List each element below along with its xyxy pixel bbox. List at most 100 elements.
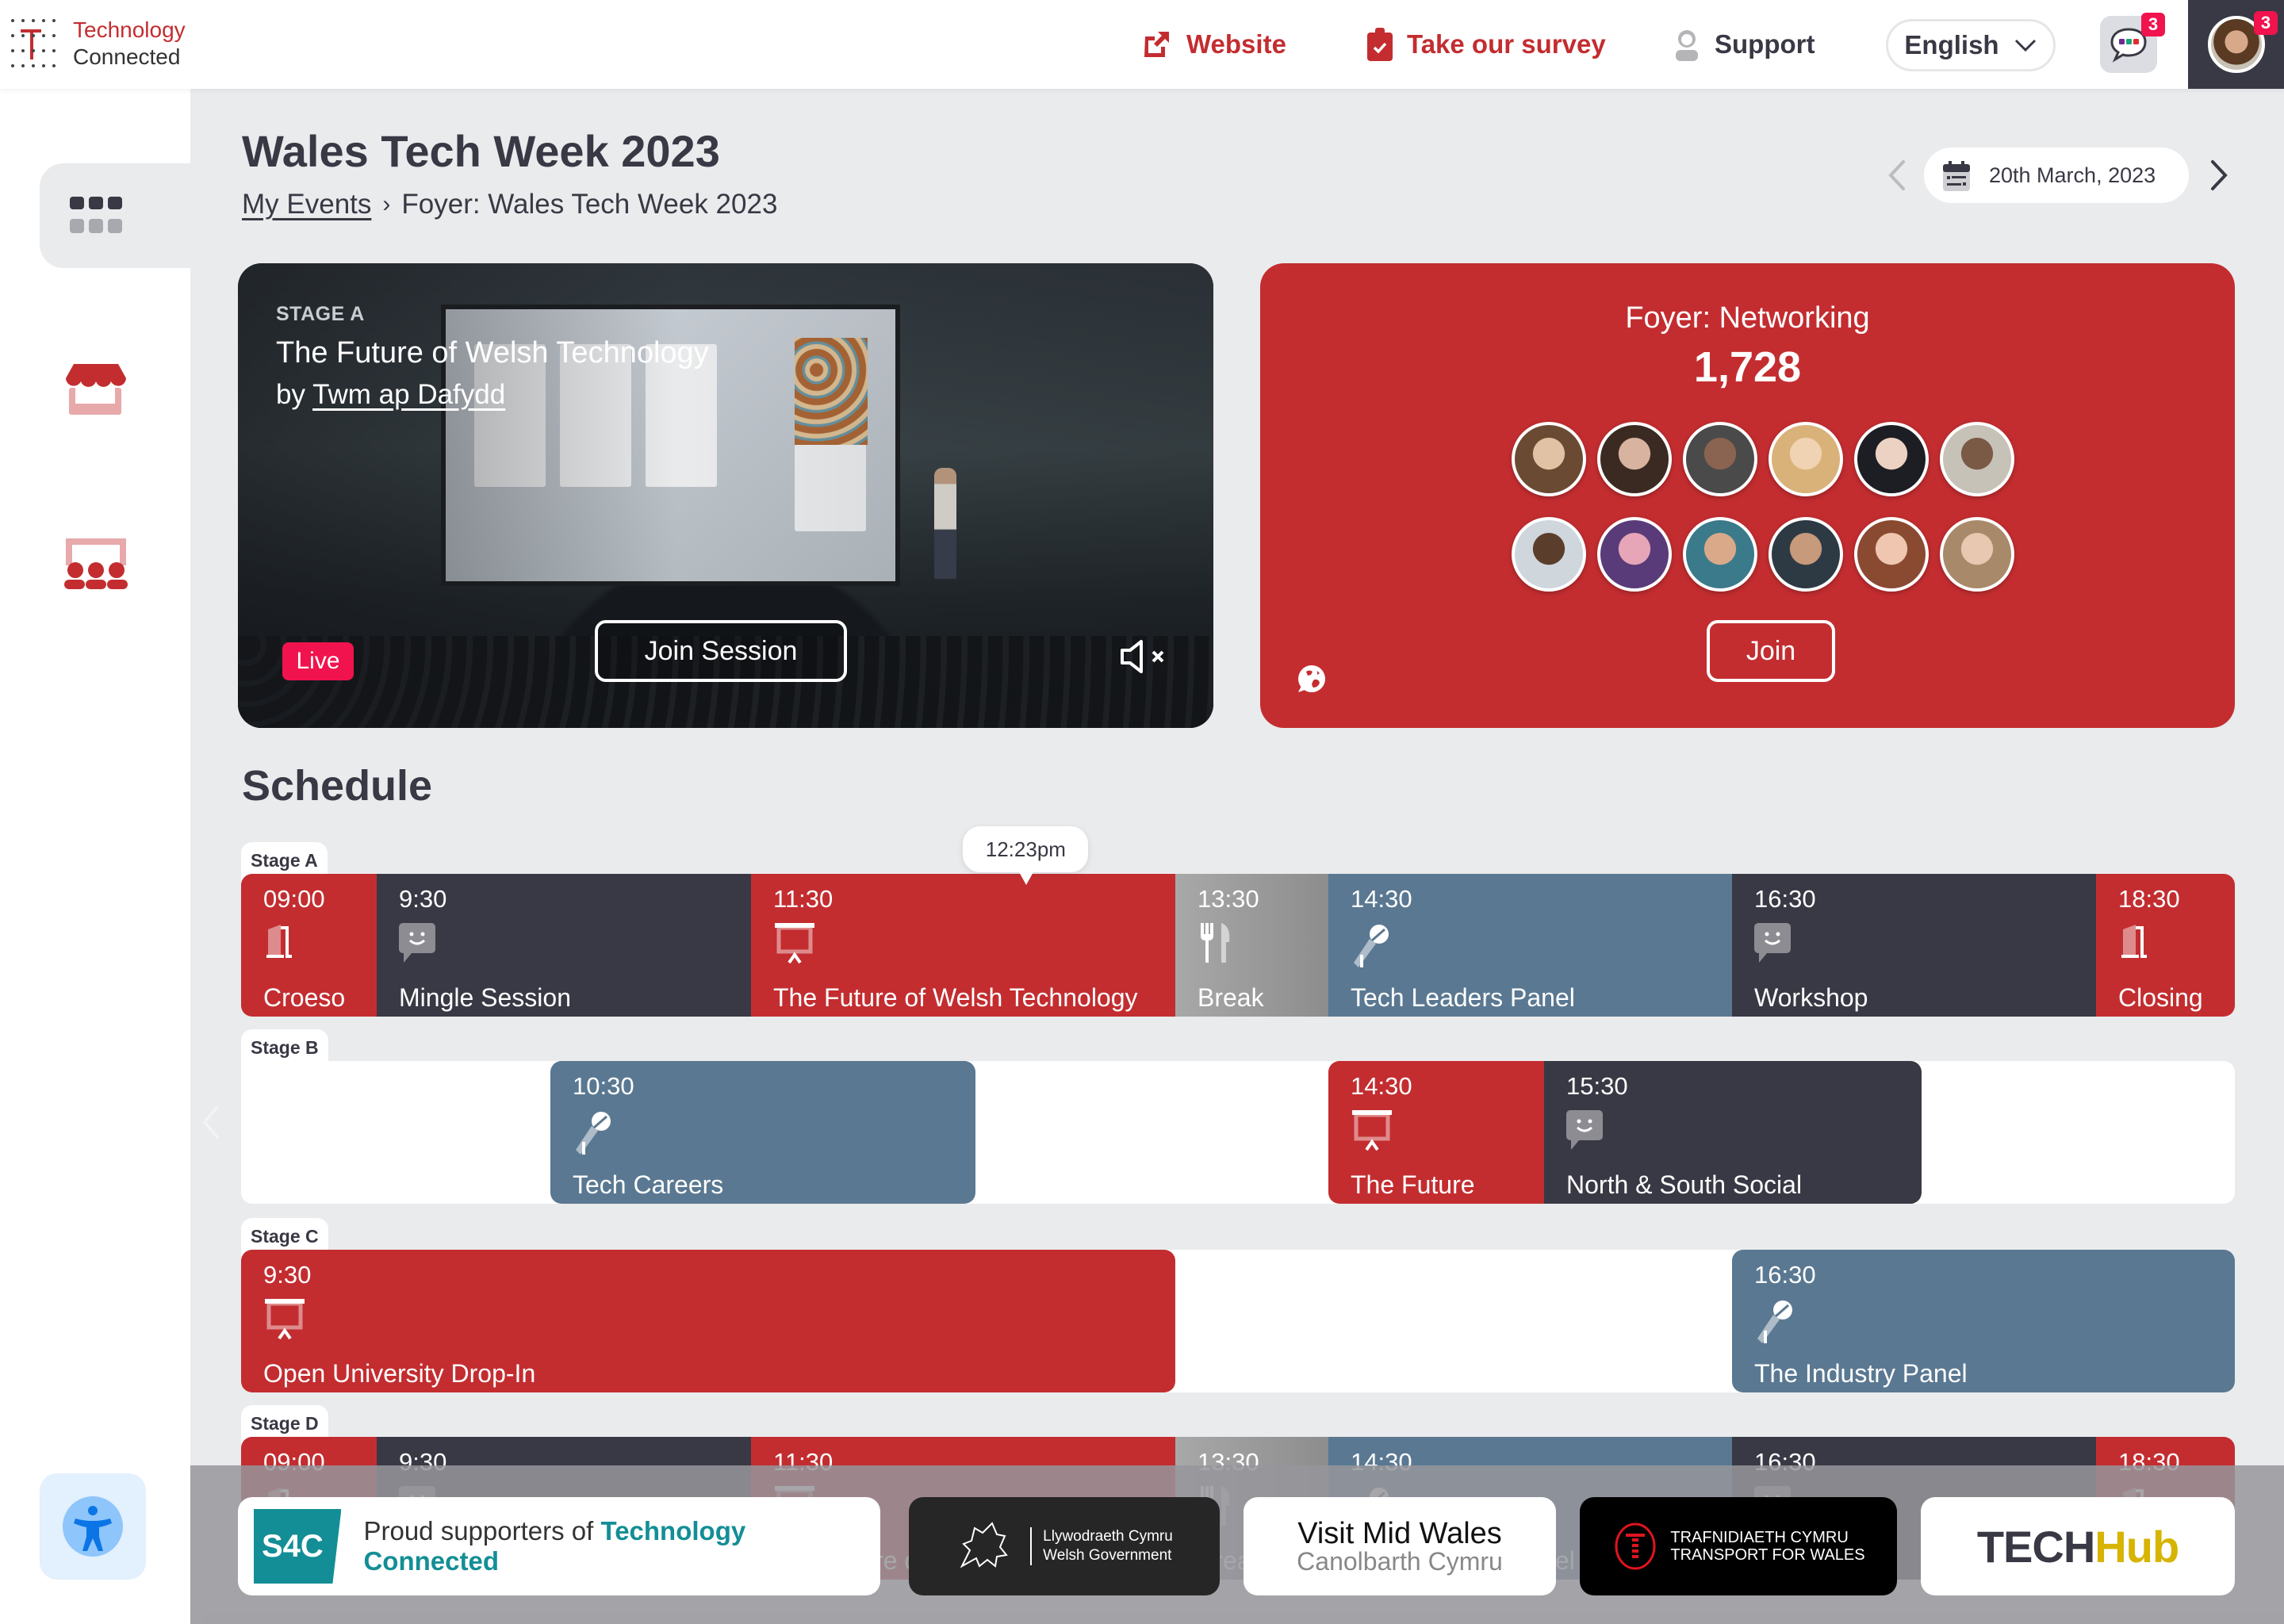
schedule-event[interactable]: 14:30 Tech Leaders Panel [1328, 874, 1732, 1017]
attendee-avatars [1512, 422, 2014, 592]
profile-menu[interactable]: 3 [2188, 0, 2284, 89]
event-time: 11:30 [773, 885, 834, 913]
chevron-right-icon[interactable] [2209, 159, 2228, 192]
event-name: Workshop [1754, 983, 1868, 1012]
breadcrumb-my-events[interactable]: My Events [242, 189, 371, 220]
mid-wales-line2: Canolbarth Cymru [1297, 1547, 1503, 1576]
event-name: Tech Leaders Panel [1351, 983, 1575, 1012]
schedule-title: Schedule [242, 762, 433, 810]
language-select[interactable]: English [1886, 19, 2056, 71]
schedule-event[interactable]: 18:30 Closing [2096, 874, 2235, 1017]
attendee-avatar[interactable] [1940, 517, 2014, 592]
globe-chat-icon [1298, 665, 1325, 692]
language-value: English [1904, 30, 1999, 59]
event-name: Croeso [263, 983, 346, 1012]
grid-icon [70, 197, 122, 233]
cutlery-icon [1198, 923, 1328, 971]
attendee-avatar[interactable] [1512, 517, 1586, 592]
attendee-avatar[interactable] [1854, 422, 1929, 496]
presentation-icon [1351, 1110, 1544, 1158]
sidebar-item-exhibitors[interactable] [40, 338, 190, 442]
schedule-event[interactable]: 11:30 The Future of Welsh Technology [751, 874, 1175, 1017]
accessibility-button[interactable] [40, 1473, 146, 1580]
chevron-down-icon [2014, 39, 2036, 52]
attendee-avatar[interactable] [1683, 517, 1757, 592]
live-stage-card[interactable]: STAGE A The Future of Welsh Technology b… [238, 263, 1213, 728]
networking-globe-button[interactable] [1295, 664, 1327, 699]
event-name: The Future of Welsh Technology [773, 983, 1138, 1012]
attendee-avatar[interactable] [1597, 517, 1672, 592]
event-time: 18:30 [2118, 885, 2180, 913]
foyer-join-button[interactable]: Join [1707, 620, 1835, 682]
event-name: Break [1198, 983, 1264, 1012]
top-header: Technology Connected Website Take our su… [0, 0, 2284, 89]
stage-row-label: Stage C [241, 1218, 328, 1253]
tfw-logo-icon [1615, 1522, 1656, 1570]
date-value: 20th March, 2023 [1989, 163, 2156, 187]
sidebar-item-dashboard[interactable] [40, 163, 190, 268]
logo-mark-icon [11, 14, 57, 73]
survey-link[interactable]: Take our survey [1367, 24, 1606, 65]
breadcrumb: My Events › Foyer: Wales Tech Week 2023 [242, 189, 777, 220]
schedule-event[interactable]: 9:30 Open University Drop-In [241, 1250, 1175, 1392]
sidebar-item-stages[interactable] [40, 512, 190, 617]
date-navigator: 20th March, 2023 [1887, 147, 2228, 203]
storefront-icon [66, 364, 126, 415]
website-link[interactable]: Website [1140, 24, 1286, 65]
chat-button[interactable]: 3 [2100, 13, 2165, 73]
brand-line1: Technology [73, 17, 186, 42]
event-time: 9:30 [399, 885, 447, 913]
session-speaker: by Twm ap Dafydd [276, 379, 505, 411]
chevron-left-icon[interactable] [1887, 159, 1907, 192]
schedule-event[interactable]: 16:30 The Industry Panel [1732, 1250, 2235, 1392]
event-name: Closing [2118, 983, 2203, 1012]
stage-row-label: Stage D [241, 1405, 328, 1440]
schedule-event[interactable]: 16:30 Workshop [1732, 874, 2096, 1017]
session-title: The Future of Welsh Technology [276, 336, 709, 370]
stage-row: 10:30 Tech Careers 14:30 The Future 15:30 Nor… [241, 1061, 2235, 1204]
sponsor-techhub[interactable]: TECH Hub [1921, 1497, 2235, 1595]
attendee-avatar[interactable] [1769, 422, 1843, 496]
schedule-event[interactable]: 15:30 North & South Social [1544, 1061, 1922, 1204]
tfw-line2: TRANSPORT FOR WALES [1670, 1546, 1865, 1564]
speaker-link[interactable]: Twm ap Dafydd [312, 379, 505, 410]
event-time: 9:30 [263, 1261, 312, 1289]
event-name: Open University Drop-In [263, 1359, 536, 1388]
sponsor-visit-mid-wales[interactable]: Visit Mid Wales Canolbarth Cymru [1244, 1497, 1556, 1595]
attendee-avatar[interactable] [1769, 517, 1843, 592]
sponsor-welsh-government[interactable]: Llywodraeth Cymru Welsh Government [909, 1497, 1220, 1595]
techhub-part2: Hub [2094, 1521, 2179, 1572]
attendee-avatar[interactable] [1512, 422, 1586, 496]
sponsor-transport-for-wales[interactable]: TRAFNIDIAETH CYMRU TRANSPORT FOR WALES [1580, 1497, 1897, 1595]
date-picker[interactable]: 20th March, 2023 [1924, 147, 2189, 203]
attendee-avatar[interactable] [1597, 422, 1672, 496]
volume-muted-icon [1121, 640, 1164, 673]
stage-row: 09:00 Croeso 9:30 Mingle Session 11:30 The Fu… [241, 874, 2235, 1017]
accessibility-icon [63, 1496, 123, 1557]
attendee-avatar[interactable] [1683, 422, 1757, 496]
attendee-avatar[interactable] [1940, 422, 2014, 496]
support-link[interactable]: Support [1673, 24, 1815, 65]
current-time-marker: 12:23pm [963, 826, 1089, 885]
attendee-avatar[interactable] [1854, 517, 1929, 592]
join-session-button[interactable]: Join Session [595, 620, 847, 682]
chat-badge: 3 [2141, 13, 2165, 36]
event-time: 16:30 [1754, 1261, 1816, 1289]
event-time: 14:30 [1351, 885, 1412, 913]
attendee-count: 1,728 [1693, 343, 1802, 391]
schedule-event[interactable]: 09:00 Croeso [241, 874, 377, 1017]
schedule-event[interactable]: 9:30 Mingle Session [377, 874, 751, 1017]
scroll-left-icon[interactable] [200, 1104, 224, 1140]
schedule-event[interactable]: 13:30 Break [1175, 874, 1328, 1017]
stage-row-label: Stage A [241, 842, 328, 877]
event-name: North & South Social [1566, 1170, 1803, 1199]
door-icon [2118, 923, 2235, 971]
brand-logo[interactable]: Technology Connected [11, 14, 186, 73]
s4c-tagline: Proud supporters of Technology Connected [363, 1516, 880, 1576]
schedule-event[interactable]: 10:30 Tech Careers [550, 1061, 975, 1204]
event-time: 10:30 [573, 1072, 634, 1100]
mute-button[interactable] [1120, 639, 1172, 678]
sponsor-s4c[interactable]: S4C Proud supporters of Technology Conne… [238, 1497, 880, 1595]
schedule-event[interactable]: 14:30 The Future [1328, 1061, 1544, 1204]
chat-smile-icon [399, 923, 751, 971]
